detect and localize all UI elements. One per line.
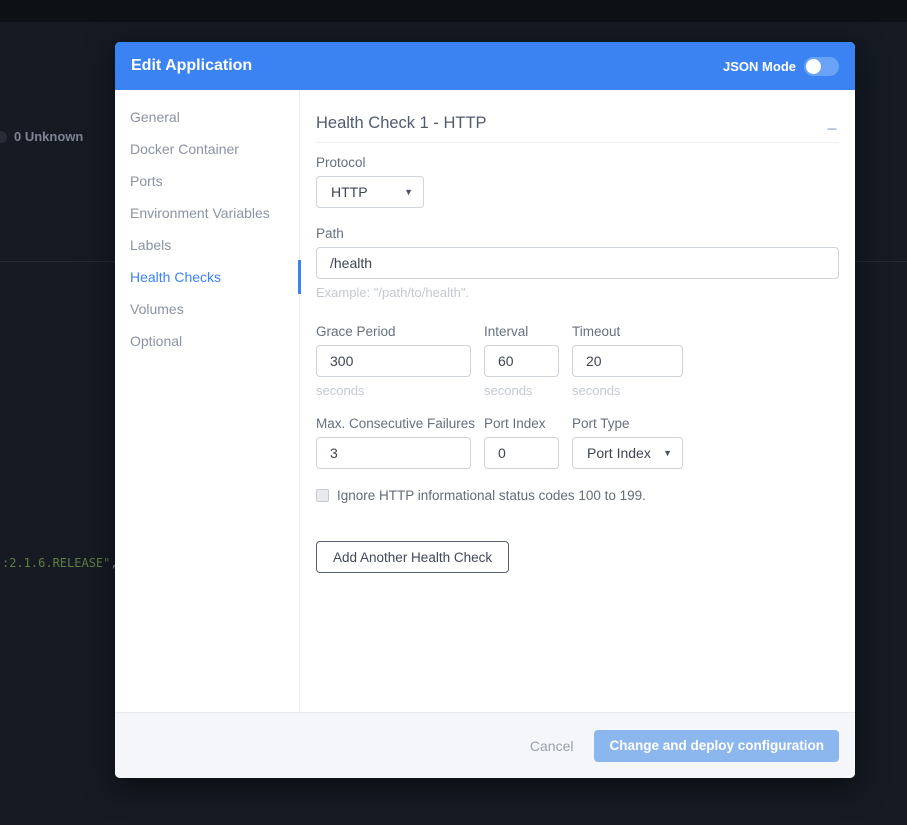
ignore-http-label: Ignore HTTP informational status codes 1… [337, 488, 646, 503]
section-title: Health Check 1 - HTTP [316, 114, 487, 133]
protocol-value: HTTP [331, 184, 368, 200]
port-labels-row: Max. Consecutive Failures Port Index Por… [316, 416, 839, 431]
path-help: Example: "/path/to/health". [316, 285, 839, 300]
json-mode-toggle[interactable] [804, 57, 839, 76]
modal-body: General Docker Container Ports Environme… [115, 90, 855, 712]
status-label: 0 Unknown [14, 129, 83, 144]
port-index-label: Port Index [484, 416, 559, 431]
sidebar-item-ports[interactable]: Ports [115, 165, 299, 197]
background-code-snippet: :2.1.6.RELEASE", [2, 556, 118, 570]
interval-help: seconds [484, 383, 559, 398]
grace-period-label: Grace Period [316, 324, 471, 339]
page-top-bar [0, 0, 907, 22]
timing-inputs-row [316, 345, 839, 377]
cancel-button[interactable]: Cancel [530, 738, 574, 754]
change-and-deploy-button[interactable]: Change and deploy configuration [594, 730, 839, 762]
port-index-input[interactable] [484, 437, 559, 469]
chevron-down-icon: ▼ [663, 448, 672, 458]
json-mode-control: JSON Mode [723, 57, 839, 76]
max-failures-input[interactable] [316, 437, 471, 469]
port-type-label: Port Type [572, 416, 683, 431]
timing-labels-row: Grace Period Interval Timeout [316, 324, 839, 339]
timing-help-row: seconds seconds seconds [316, 383, 839, 398]
toggle-knob [806, 59, 821, 74]
code-text: :2.1.6.RELEASE" [2, 556, 110, 570]
protocol-label: Protocol [316, 155, 839, 170]
timeout-label: Timeout [572, 324, 683, 339]
protocol-select[interactable]: HTTP ▼ [316, 176, 424, 208]
max-failures-label: Max. Consecutive Failures [316, 416, 471, 431]
sidebar: General Docker Container Ports Environme… [115, 90, 300, 712]
grace-period-input[interactable] [316, 345, 471, 377]
json-mode-label: JSON Mode [723, 59, 796, 74]
modal-title: Edit Application [131, 57, 252, 75]
grace-period-help: seconds [316, 383, 471, 398]
path-label: Path [316, 226, 839, 241]
status-badge: 0 Unknown [0, 129, 83, 144]
modal-header: Edit Application JSON Mode [115, 42, 855, 90]
sidebar-item-environment-variables[interactable]: Environment Variables [115, 197, 299, 229]
sidebar-item-optional[interactable]: Optional [115, 325, 299, 357]
chevron-down-icon: ▼ [404, 187, 413, 197]
add-health-check-button[interactable]: Add Another Health Check [316, 541, 509, 573]
ignore-http-checkbox[interactable] [316, 489, 329, 502]
sidebar-item-volumes[interactable]: Volumes [115, 293, 299, 325]
collapse-minus-icon[interactable]: – [825, 123, 839, 133]
interval-input[interactable] [484, 345, 559, 377]
timeout-input[interactable] [572, 345, 683, 377]
section-header: Health Check 1 - HTTP – [316, 114, 839, 143]
sidebar-item-docker-container[interactable]: Docker Container [115, 133, 299, 165]
port-type-select[interactable]: Port Index ▼ [572, 437, 683, 469]
path-input[interactable] [316, 247, 839, 279]
sidebar-item-labels[interactable]: Labels [115, 229, 299, 261]
sidebar-item-label: Health Checks [130, 269, 221, 285]
port-inputs-row: Port Index ▼ [316, 437, 839, 469]
interval-label: Interval [484, 324, 559, 339]
port-type-value: Port Index [587, 445, 651, 461]
status-dot-icon [0, 131, 7, 143]
modal-footer: Cancel Change and deploy configuration [115, 712, 855, 778]
health-checks-panel: Health Check 1 - HTTP – Protocol HTTP ▼ … [300, 90, 855, 712]
ignore-http-checkbox-row[interactable]: Ignore HTTP informational status codes 1… [316, 488, 839, 503]
sidebar-item-health-checks[interactable]: Health Checks [115, 261, 299, 293]
sidebar-item-general[interactable]: General [115, 101, 299, 133]
timeout-help: seconds [572, 383, 683, 398]
edit-application-modal: Edit Application JSON Mode General Docke… [115, 42, 855, 778]
